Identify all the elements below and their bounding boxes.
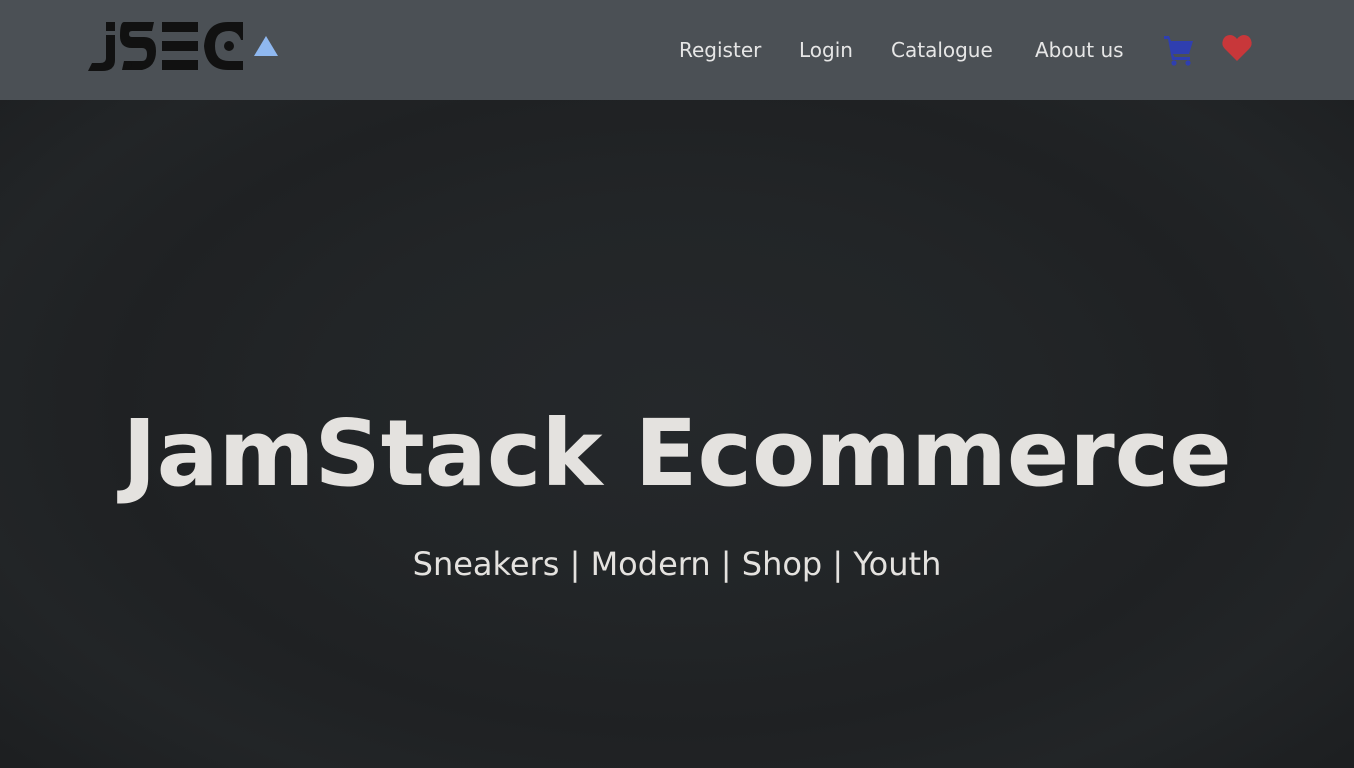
nav-register-link[interactable]: Register [679, 37, 761, 63]
hero-banner: JamStack Ecommerce Sneakers | Modern | S… [0, 100, 1354, 768]
nav-catalogue-link[interactable]: Catalogue [891, 37, 993, 63]
hero-title: JamStack Ecommerce [122, 400, 1232, 507]
accent-triangle [254, 36, 278, 56]
nav-login-link[interactable]: Login [799, 37, 853, 63]
heart-icon [1222, 35, 1252, 61]
navbar: Register Login Catalogue About us [0, 0, 1354, 100]
hero-subtitle: Sneakers | Modern | Shop | Youth [412, 545, 942, 583]
jsec-logo [88, 22, 278, 71]
wishlist-button[interactable] [1221, 32, 1255, 66]
shopping-cart-icon [1164, 36, 1193, 66]
cart-button[interactable] [1162, 32, 1196, 66]
nav-about-link[interactable]: About us [1035, 37, 1124, 63]
